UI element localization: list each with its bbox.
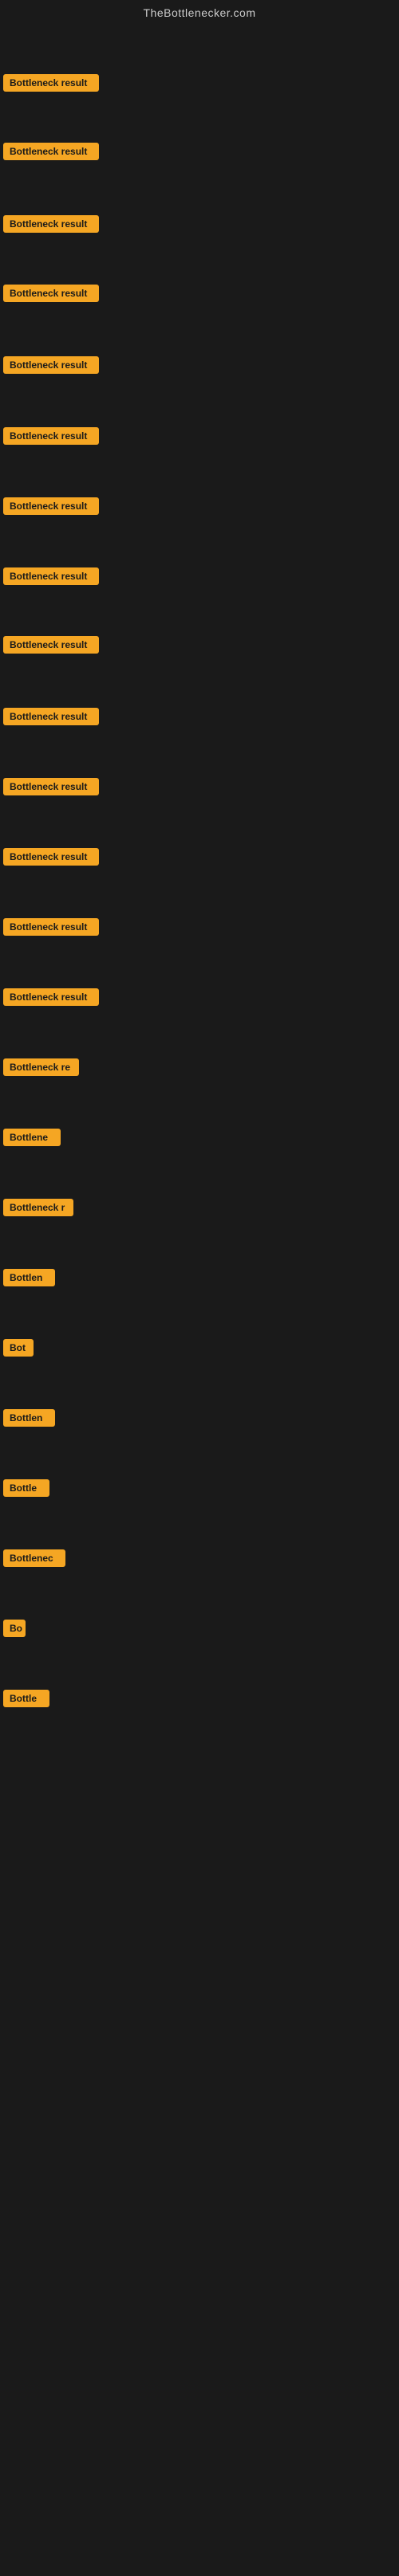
result-row-6: Bottleneck result xyxy=(0,424,102,452)
bottleneck-badge-22[interactable]: Bottlenec xyxy=(3,1549,65,1567)
bottleneck-badge-4[interactable]: Bottleneck result xyxy=(3,285,99,302)
bottleneck-badge-11[interactable]: Bottleneck result xyxy=(3,778,99,795)
result-row-19: Bot xyxy=(0,1336,37,1364)
result-row-3: Bottleneck result xyxy=(0,212,102,240)
result-row-20: Bottlen xyxy=(0,1406,58,1434)
result-row-9: Bottleneck result xyxy=(0,633,102,661)
result-row-1: Bottleneck result xyxy=(0,71,102,99)
result-row-21: Bottle xyxy=(0,1476,53,1504)
result-row-5: Bottleneck result xyxy=(0,353,102,381)
bottleneck-badge-5[interactable]: Bottleneck result xyxy=(3,356,99,374)
bottleneck-badge-14[interactable]: Bottleneck result xyxy=(3,988,99,1006)
bottleneck-badge-1[interactable]: Bottleneck result xyxy=(3,74,99,92)
bottleneck-badge-3[interactable]: Bottleneck result xyxy=(3,215,99,233)
result-row-12: Bottleneck result xyxy=(0,845,102,873)
bottleneck-badge-21[interactable]: Bottle xyxy=(3,1479,49,1497)
result-row-16: Bottlene xyxy=(0,1125,64,1153)
result-row-14: Bottleneck result xyxy=(0,985,102,1013)
bottleneck-badge-6[interactable]: Bottleneck result xyxy=(3,427,99,445)
bottleneck-badge-15[interactable]: Bottleneck re xyxy=(3,1058,79,1076)
bottleneck-badge-9[interactable]: Bottleneck result xyxy=(3,636,99,654)
badges-container: Bottleneck result Bottleneck result Bottle… xyxy=(0,26,399,2576)
result-row-7: Bottleneck result xyxy=(0,494,102,522)
result-row-15: Bottleneck re xyxy=(0,1055,82,1083)
site-title: TheBottlenecker.com xyxy=(0,0,399,26)
result-row-24: Bottle xyxy=(0,1687,53,1714)
bottleneck-badge-12[interactable]: Bottleneck result xyxy=(3,848,99,866)
bottleneck-badge-10[interactable]: Bottleneck result xyxy=(3,708,99,725)
result-row-22: Bottlenec xyxy=(0,1546,69,1574)
result-row-23: Bo xyxy=(0,1616,29,1644)
result-row-8: Bottleneck result xyxy=(0,564,102,592)
result-row-11: Bottleneck result xyxy=(0,775,102,803)
result-row-18: Bottlen xyxy=(0,1266,58,1294)
bottleneck-badge-23[interactable]: Bo xyxy=(3,1620,26,1637)
bottleneck-badge-13[interactable]: Bottleneck result xyxy=(3,918,99,936)
bottleneck-badge-19[interactable]: Bot xyxy=(3,1339,34,1357)
bottleneck-badge-20[interactable]: Bottlen xyxy=(3,1409,55,1427)
bottleneck-badge-24[interactable]: Bottle xyxy=(3,1690,49,1707)
bottleneck-badge-17[interactable]: Bottleneck r xyxy=(3,1199,73,1216)
bottleneck-badge-18[interactable]: Bottlen xyxy=(3,1269,55,1286)
result-row-13: Bottleneck result xyxy=(0,915,102,943)
bottleneck-badge-2[interactable]: Bottleneck result xyxy=(3,143,99,160)
result-row-4: Bottleneck result xyxy=(0,281,102,309)
bottleneck-badge-8[interactable]: Bottleneck result xyxy=(3,567,99,585)
result-row-10: Bottleneck result xyxy=(0,705,102,732)
result-row-2: Bottleneck result xyxy=(0,139,102,167)
bottleneck-badge-16[interactable]: Bottlene xyxy=(3,1129,61,1146)
result-row-17: Bottleneck r xyxy=(0,1196,77,1223)
bottleneck-badge-7[interactable]: Bottleneck result xyxy=(3,497,99,515)
